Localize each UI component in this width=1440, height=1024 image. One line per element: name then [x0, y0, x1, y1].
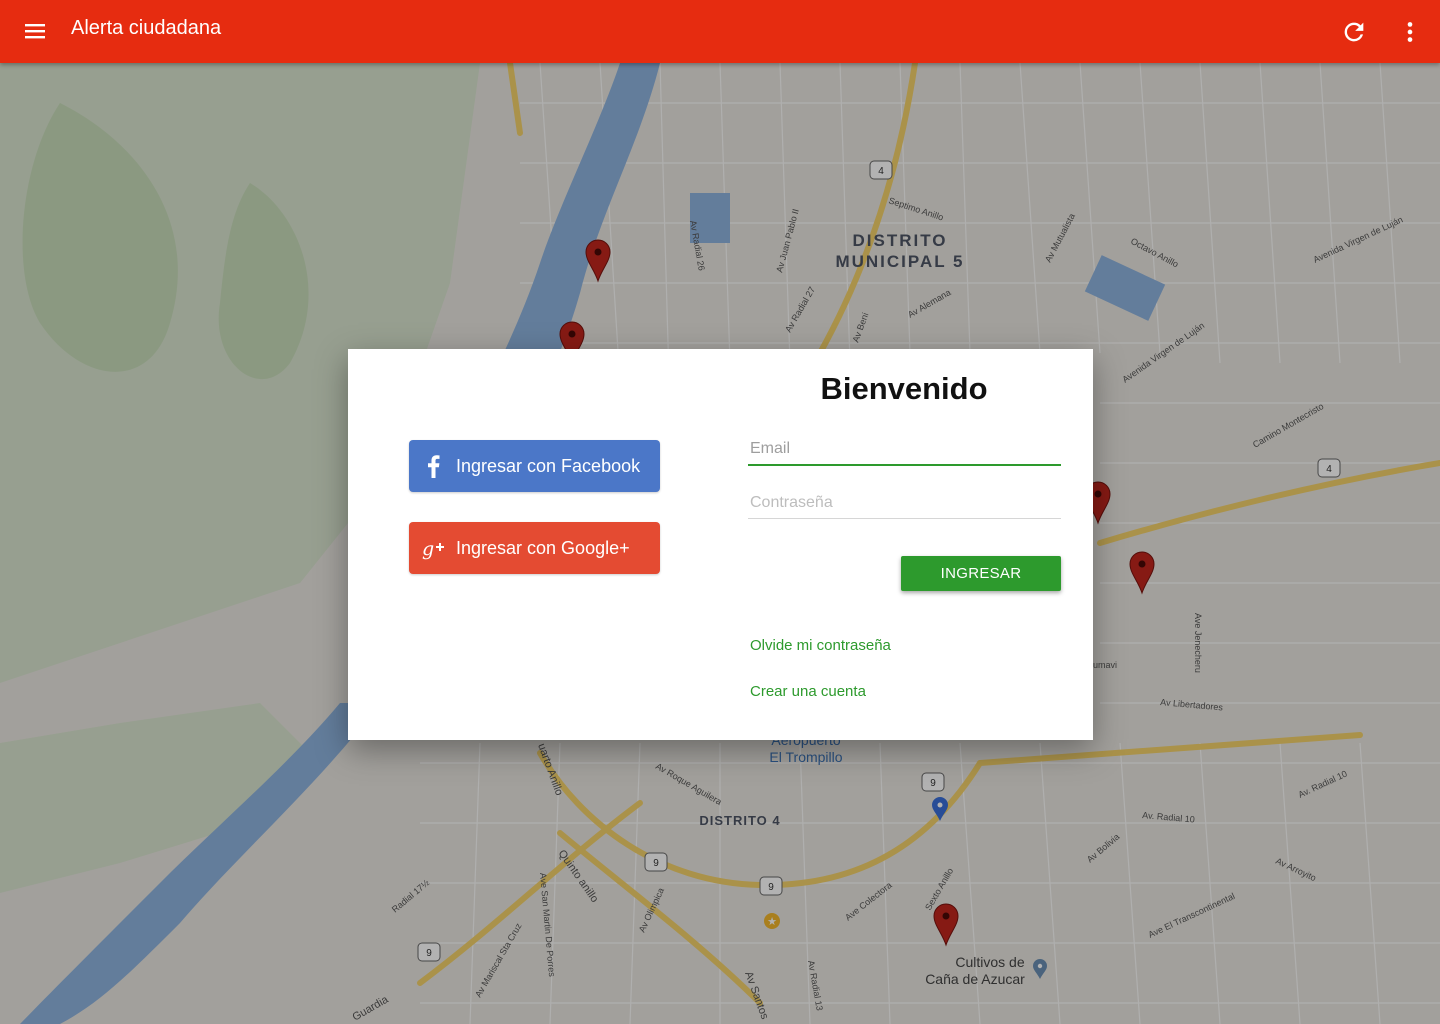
- dialog-title: Bienvenido: [820, 371, 988, 406]
- create-account-link[interactable]: Crear una cuenta: [750, 683, 866, 700]
- menu-icon[interactable]: [22, 18, 48, 44]
- login-button[interactable]: INGRESAR: [901, 556, 1061, 591]
- app-title: Alerta ciudadana: [71, 17, 222, 39]
- facebook-login-button[interactable]: Ingresar con Facebook: [409, 440, 660, 492]
- password-field[interactable]: [748, 492, 1061, 519]
- app-bar: Alerta ciudadana: [0, 0, 1440, 63]
- svg-text:g: g: [422, 538, 434, 560]
- email-field[interactable]: [748, 438, 1061, 466]
- refresh-icon[interactable]: [1340, 18, 1368, 46]
- facebook-login-label: Ingresar con Facebook: [456, 456, 641, 476]
- google-plus-icon: g: [421, 535, 447, 561]
- facebook-icon: [421, 453, 447, 479]
- google-login-label: Ingresar con Google+: [456, 538, 630, 558]
- google-login-button[interactable]: g Ingresar con Google+: [409, 522, 660, 574]
- forgot-password-link[interactable]: Olvide mi contraseña: [750, 637, 891, 654]
- login-dialog: Ingresar con Facebook g Ingresar con Goo…: [348, 349, 1093, 740]
- more-vert-icon[interactable]: [1396, 18, 1424, 46]
